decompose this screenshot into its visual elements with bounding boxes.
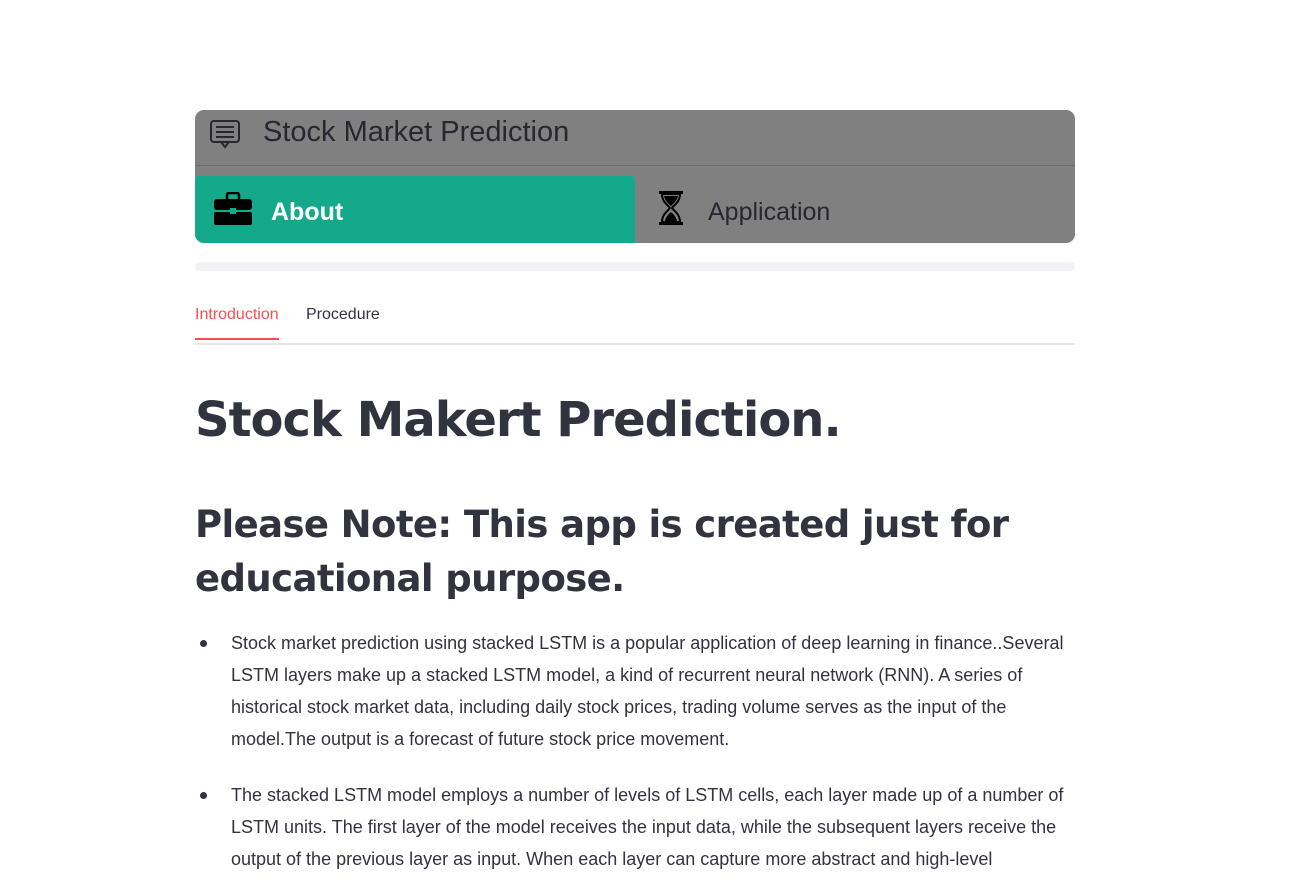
tab-procedure[interactable]: Procedure [306,306,380,324]
bullet-dot [200,792,207,799]
briefcase-icon [213,191,253,226]
tab-introduction[interactable]: Introduction [195,306,279,340]
hourglass-icon [655,190,695,225]
list-item: Stock market prediction using stacked LS… [195,627,1075,755]
disclaimer-heading: Please Note: This app is created just fo… [195,503,1009,600]
list-item-text: The stacked LSTM model employs a number … [231,785,1064,869]
menu-card-icon [209,118,241,150]
nav-label-application: Application [708,198,831,226]
nav-item-application[interactable]: Application [635,176,1075,243]
list-item: The stacked LSTM model employs a number … [195,779,1075,875]
page-title: Stock Makert Prediction. [195,392,842,448]
menu-header: Stock Market Prediction [195,110,1075,166]
progress-track [195,262,1075,271]
tab-bar: Introduction Procedure [195,294,1075,345]
list-item-text: Stock market prediction using stacked LS… [231,633,1064,749]
option-menu: Stock Market Prediction About Applicatio… [195,110,1075,243]
nav-label-about: About [271,198,344,226]
bullet-list: Stock market prediction using stacked LS… [195,627,1075,881]
menu-title: Stock Market Prediction [263,116,570,148]
bullet-dot [200,640,207,647]
nav-item-about[interactable]: About [195,176,635,243]
page: Stock Market Prediction About Applicatio… [0,0,1297,881]
